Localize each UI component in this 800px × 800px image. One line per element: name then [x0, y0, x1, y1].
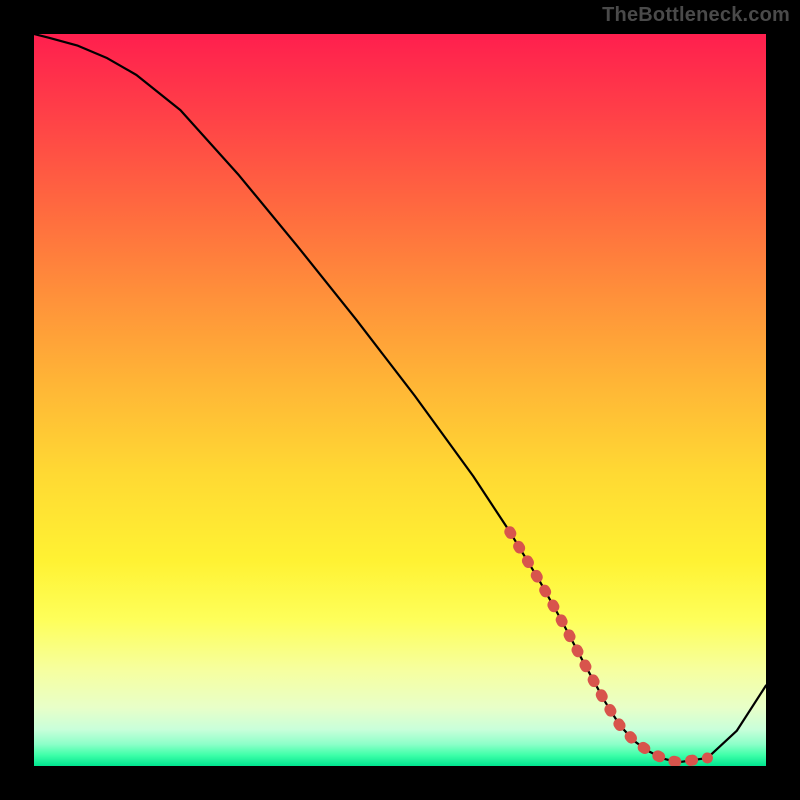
main-curve-group [34, 34, 766, 762]
bottleneck-curve-path [34, 34, 766, 762]
chart-stage: TheBottleneck.com [0, 0, 800, 800]
watermark-text: TheBottleneck.com [602, 4, 790, 27]
curve-svg [34, 34, 766, 766]
plot-area [34, 34, 766, 766]
valley-highlight-path [510, 532, 708, 763]
